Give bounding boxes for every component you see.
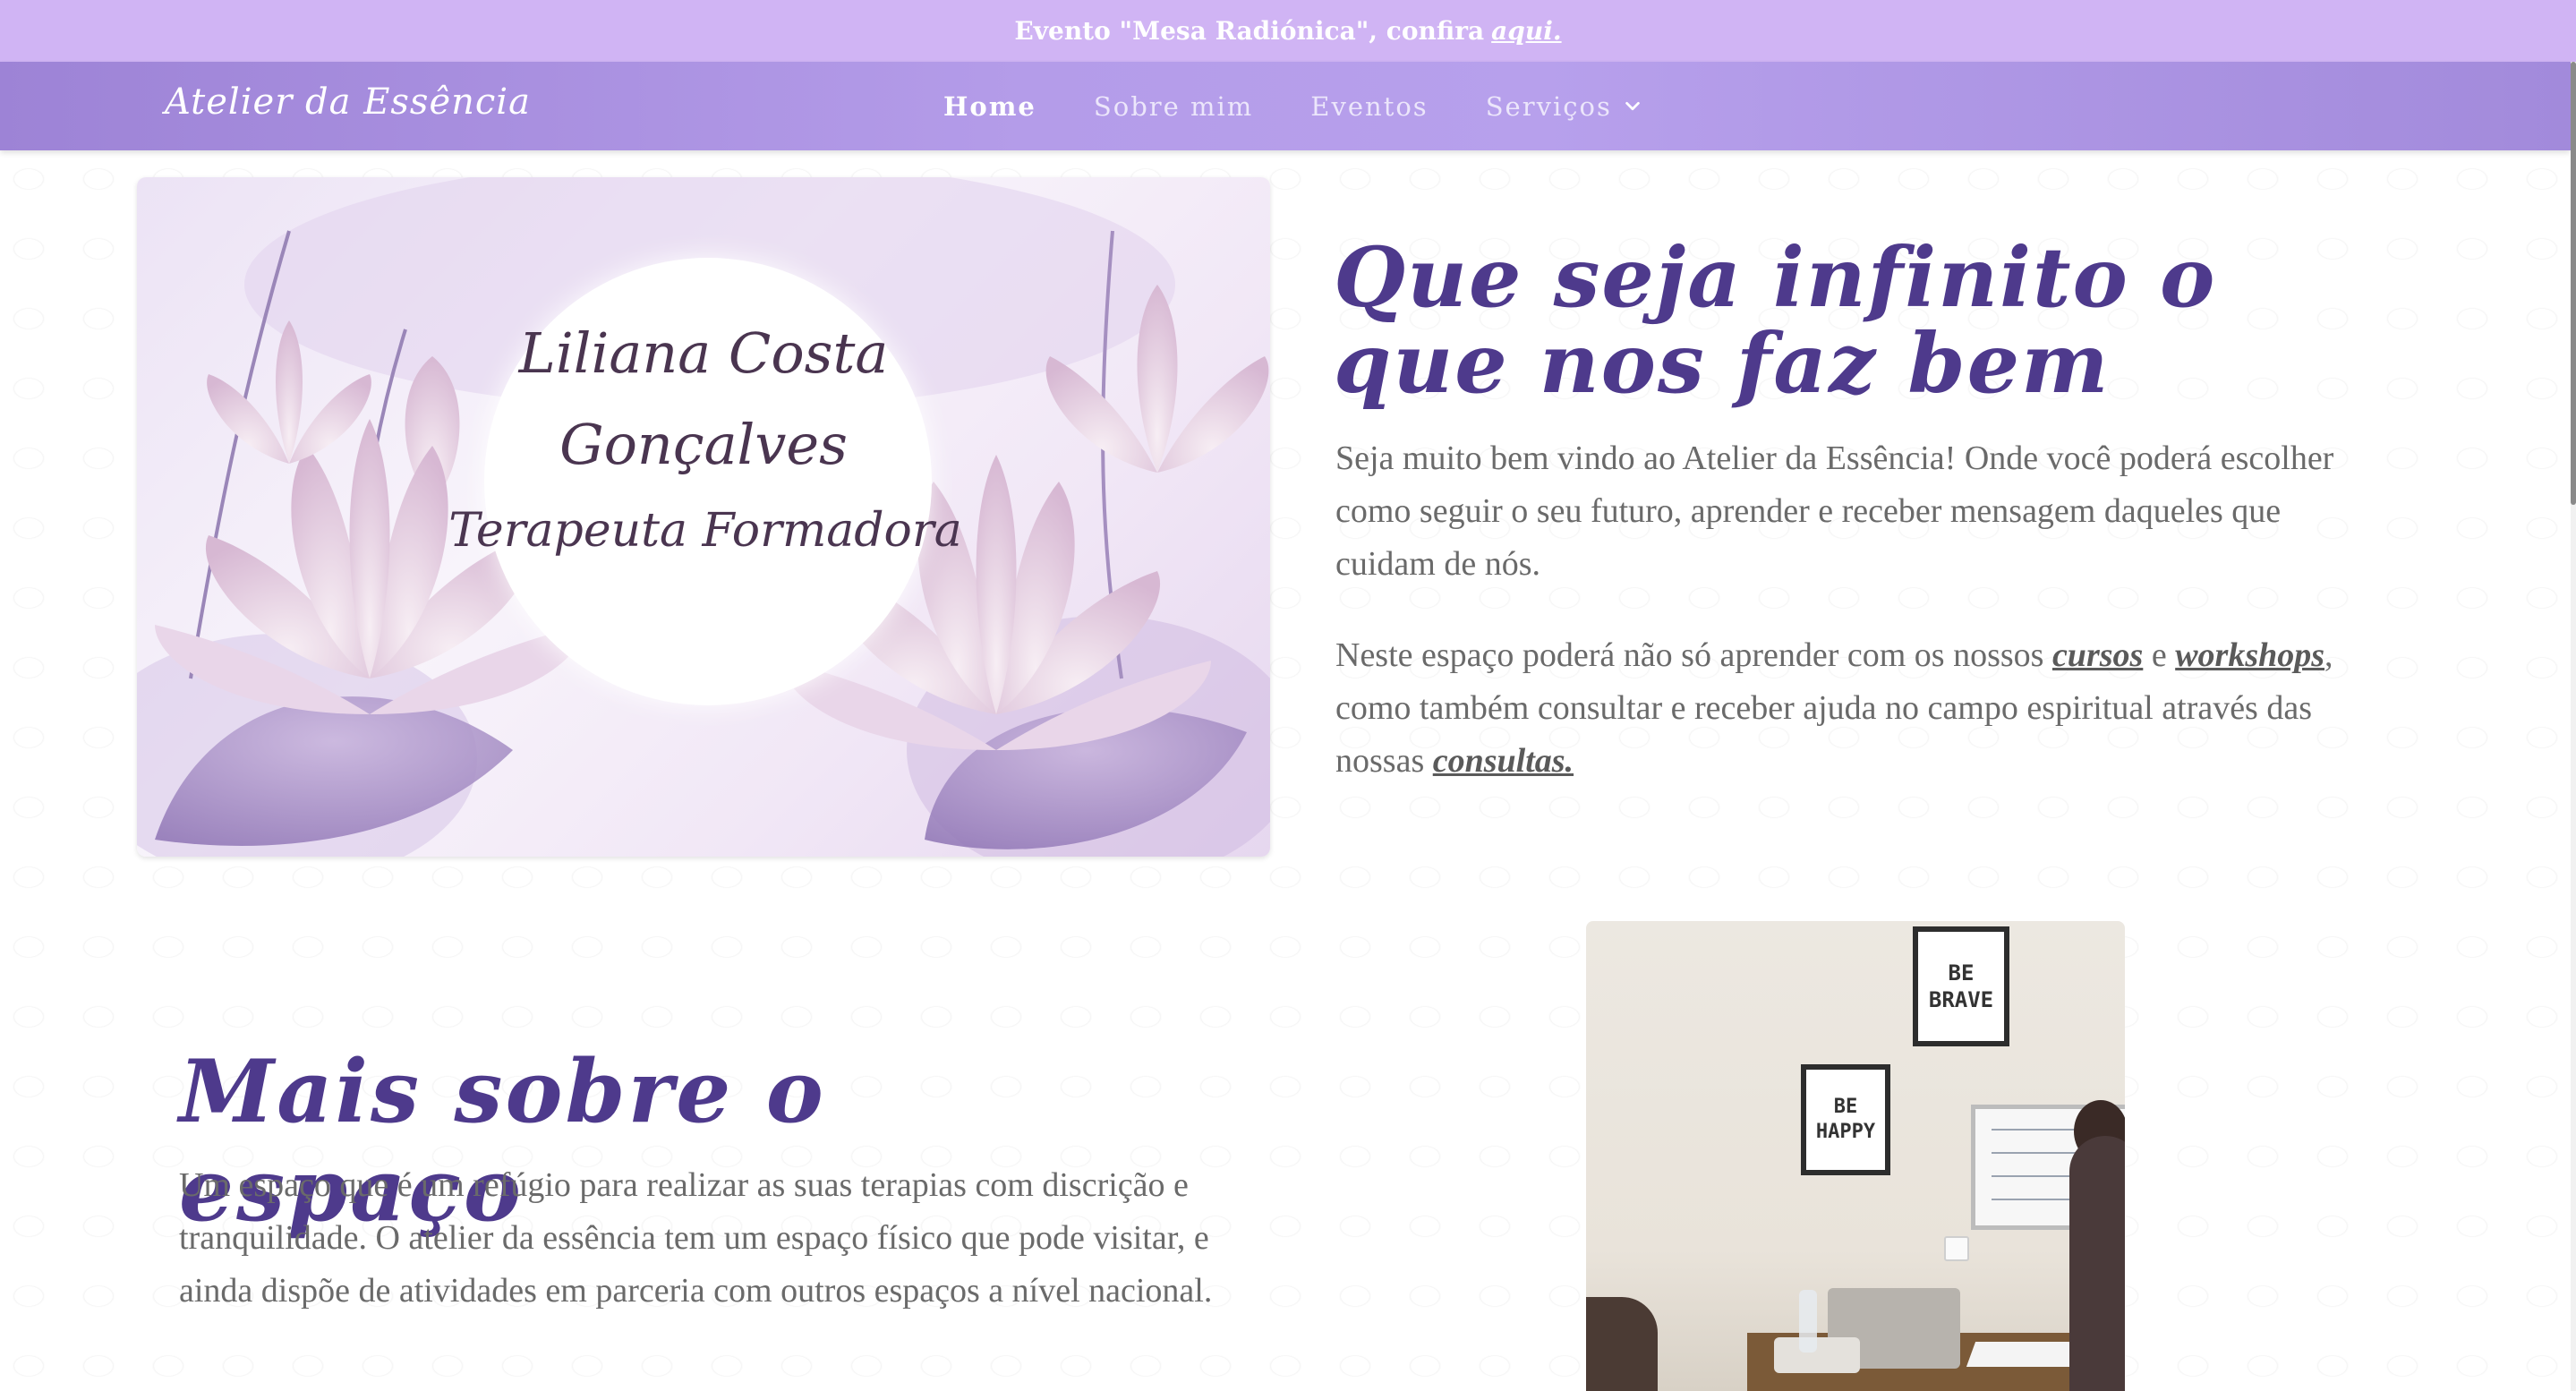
workshops-link[interactable]: workshops [2175, 636, 2324, 674]
hero-name-line2: Gonçalves [559, 412, 848, 477]
water-bottle [1799, 1290, 1817, 1353]
consultas-link[interactable]: consultas. [1433, 742, 1574, 780]
nav-eventos[interactable]: Eventos [1310, 91, 1428, 122]
intro-heading: Que seja infinito o que nos faz bem [1334, 229, 2217, 412]
space-paragraph: Um espaço que é um refúgio para realizar… [179, 1166, 1213, 1310]
poster2-line2: HAPPY [1815, 1121, 1876, 1143]
person-seated [1586, 1297, 1658, 1391]
nav-sobre-mim[interactable]: Sobre mim [1094, 91, 1253, 122]
nav-servicos[interactable]: Serviços [1486, 91, 1612, 122]
hero-subtitle: Terapeuta Formadora [448, 504, 962, 558]
intro-paragraph-2: Neste espaço poderá não só aprender com … [1335, 629, 2383, 788]
navbar: Atelier da Essência Home Sobre mim Event… [0, 62, 2571, 150]
poster1-line2: BRAVE [1928, 987, 1994, 1012]
hero-image: Liliana Costa Gonçalves Terapeuta Formad… [137, 177, 1270, 857]
nav-menu: Home Sobre mim Eventos Serviços [943, 62, 1642, 150]
be-happy-poster: BE HAPPY [1801, 1064, 1890, 1175]
announcement-text: Evento "Mesa Radiónica", confira [1014, 16, 1485, 46]
intro-text-a: Neste espaço poderá não só aprender com … [1335, 636, 2044, 674]
brand-logo[interactable]: Atelier da Essência [165, 81, 531, 123]
scrollbar-thumb[interactable] [2571, 62, 2576, 505]
nav-home[interactable]: Home [943, 91, 1036, 122]
poster2-line1: BE [1833, 1096, 1858, 1118]
intro-paragraph-1: Seja muito bem vindo ao Atelier da Essên… [1335, 439, 2334, 583]
space-photo: BE BRAVE BE HAPPY [1586, 921, 2125, 1391]
poster1-line1: BE [1948, 960, 1975, 986]
hero-name-line1: Liliana Costa [518, 320, 889, 386]
announcement-link[interactable]: aqui. [1491, 16, 1561, 46]
nav-servicos-dropdown[interactable]: Serviços [1486, 91, 1642, 122]
be-brave-poster: BE BRAVE [1913, 926, 2009, 1046]
chevron-down-icon [1625, 101, 1640, 110]
wall-outlet [1944, 1236, 1969, 1261]
announcement-bar: Evento "Mesa Radiónica", confira aqui. [0, 0, 2576, 62]
projector [1774, 1337, 1860, 1373]
intro-text-b: e [2151, 636, 2167, 674]
person-standing [2069, 1136, 2125, 1391]
paper [1966, 1342, 2084, 1367]
cursos-link[interactable]: cursos [2052, 636, 2143, 674]
